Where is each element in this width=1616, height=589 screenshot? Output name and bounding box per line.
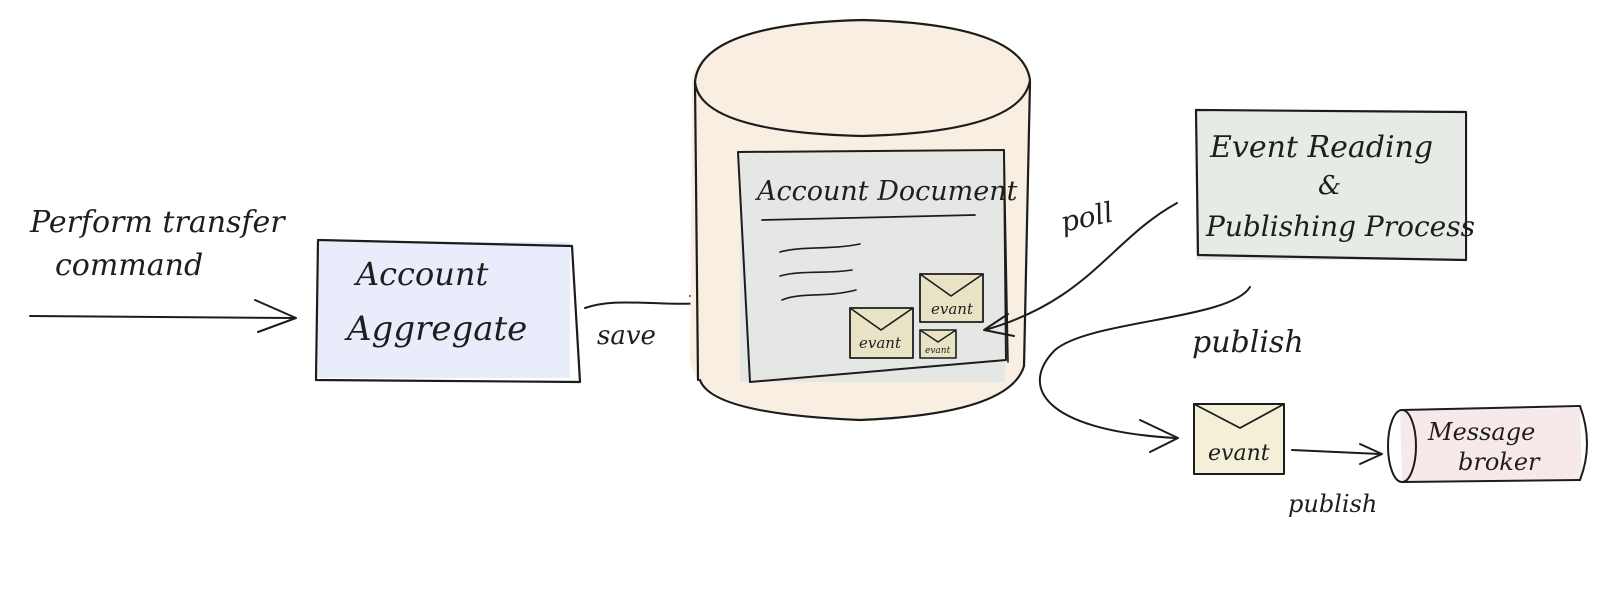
publishing-process-box: Event Reading & Publishing Process [1194, 108, 1475, 262]
event-envelope-2: evant [849, 307, 914, 359]
save-label: save [597, 321, 656, 351]
event-publishing-diagram: Perform transfer command Account Aggrega… [29, 18, 1588, 518]
command-arrow [29, 299, 297, 333]
event-envelope-out: evant [1193, 403, 1285, 475]
broker-label-line1: Message [1427, 418, 1535, 446]
event-envelope-1: evant [919, 273, 984, 323]
process-label-line2: & [1318, 171, 1341, 201]
broker-label-line2: broker [1458, 448, 1541, 476]
broker-arrow [1291, 443, 1383, 465]
message-broker: Message broker [1387, 405, 1588, 483]
command-label-line2: command [55, 248, 203, 283]
event-label-3: evant [925, 346, 951, 356]
event-out-label: evant [1208, 441, 1270, 466]
process-label-line1: Event Reading [1209, 130, 1433, 165]
event-label-1: evant [931, 300, 974, 318]
aggregate-label-line2: Aggregate [344, 309, 527, 349]
process-label-line3: Publishing Process [1205, 210, 1475, 243]
publish-label: publish [1192, 325, 1304, 360]
publish-label-2: publish [1288, 490, 1377, 518]
command-label-line1: Perform transfer [29, 205, 286, 240]
document-title: Account Document [754, 176, 1018, 207]
aggregate-label-line1: Account [353, 255, 488, 293]
event-envelope-3: evant [919, 329, 957, 359]
event-label-2: evant [859, 334, 902, 352]
poll-label: poll [1058, 196, 1116, 239]
account-aggregate-box: Account Aggregate [314, 238, 582, 384]
